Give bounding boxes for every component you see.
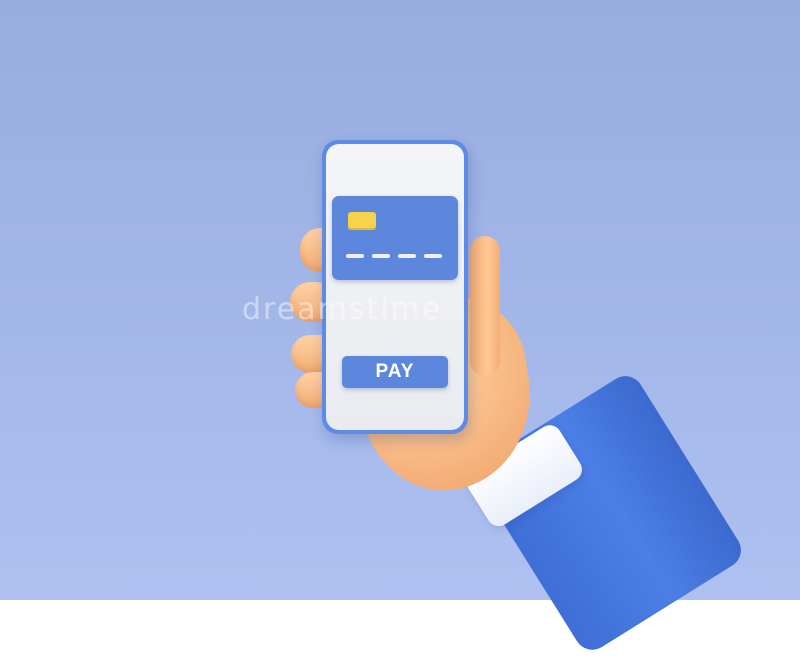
card-number-dash — [398, 254, 416, 258]
scene-background: PAY dreamstime — [0, 0, 800, 657]
card-number-dash — [424, 254, 442, 258]
credit-card-icon[interactable] — [332, 196, 458, 280]
pay-button[interactable]: PAY — [342, 356, 448, 388]
smartphone: PAY — [322, 140, 468, 434]
phone-screen: PAY — [326, 144, 464, 430]
card-number-dash — [372, 254, 390, 258]
card-number-dash — [346, 254, 364, 258]
watermark: dreamstime — [242, 292, 443, 327]
card-chip-icon — [348, 212, 376, 230]
